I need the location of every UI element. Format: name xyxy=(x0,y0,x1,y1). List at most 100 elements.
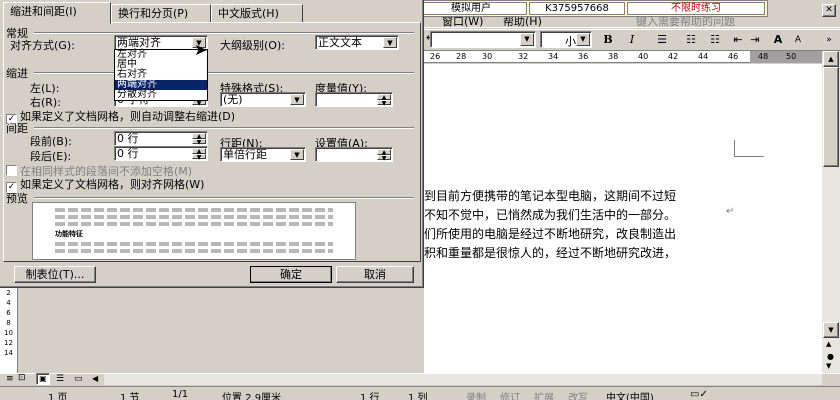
ruler-tick: 40 xyxy=(638,52,649,61)
ruler-tick: 32 xyxy=(518,52,529,61)
section-spacing-label: 间距 xyxy=(6,122,28,135)
alignment-option-distributed[interactable]: 分散对齐 xyxy=(115,90,207,100)
space-before-spinner[interactable]: 0 行 ▲ ▼ xyxy=(114,131,208,146)
cancel-button[interactable]: 取消 xyxy=(336,266,414,283)
ruler-tick: 34 xyxy=(548,52,559,61)
scroll-thumb[interactable] xyxy=(823,67,839,167)
close-doc-button[interactable]: ✕ xyxy=(822,4,836,17)
preview-next-paragraph xyxy=(55,242,333,246)
line-spacing-value: 单倍行距 xyxy=(223,148,267,161)
section-indent-label: 缩进 xyxy=(6,67,28,80)
spin-down-icon[interactable]: ▼ xyxy=(377,154,391,161)
ruler-tick: 30 xyxy=(482,52,493,61)
section-preview-label: 预览 xyxy=(6,192,28,205)
chevron-down-icon[interactable]: ▼ xyxy=(520,33,534,46)
space-after-label: 段后(E): xyxy=(30,150,72,163)
line-spacing-dropdown[interactable]: 单倍行距 ▼ xyxy=(220,147,306,162)
shrink-font-button[interactable]: A xyxy=(792,31,804,49)
ruler-tick: 48 xyxy=(758,52,769,61)
bold-button[interactable]: B xyxy=(600,31,616,49)
ok-button[interactable]: 确定 xyxy=(250,266,332,283)
spin-down-icon[interactable]: ▼ xyxy=(377,99,391,106)
line-spacing-at-spinner[interactable]: ▲ ▼ xyxy=(315,147,393,162)
increase-indent-icon[interactable]: ⇥ xyxy=(748,31,762,49)
banner-user: 模拟用户 xyxy=(415,2,527,15)
document-text-line[interactable]: 们所使用的电脑是经过不断地研究，改良制造出 xyxy=(424,225,676,242)
web-view-icon[interactable]: ⊡ xyxy=(18,373,26,383)
spin-down-icon[interactable]: ▼ xyxy=(192,138,206,145)
page-corner-mark xyxy=(734,140,764,157)
outline-level-label: 大纲级别(O): xyxy=(220,39,285,52)
snap-to-grid-checkbox[interactable]: ✓ 如果定义了文档网格，则对齐网格(W) xyxy=(6,176,204,193)
preview-divider xyxy=(34,197,414,199)
status-ext[interactable]: 扩展 xyxy=(534,389,554,400)
mouse-cursor-icon: ➤ xyxy=(194,40,208,59)
prev-page-icon[interactable]: ▲ xyxy=(826,340,831,348)
spacing-divider xyxy=(34,127,414,129)
scroll-left-icon[interactable]: ◀ xyxy=(92,374,98,383)
italic-button[interactable]: I xyxy=(624,31,640,49)
ruler-tick: 46 xyxy=(728,52,739,61)
spin-down-icon[interactable]: ▼ xyxy=(192,153,206,160)
status-trk[interactable]: 修订 xyxy=(500,389,520,400)
outline-level-dropdown[interactable]: 正文文本 ▼ xyxy=(315,35,399,50)
bullets-icon[interactable]: ☷ xyxy=(706,31,724,49)
scroll-down-button[interactable]: ▼ xyxy=(823,322,839,338)
ruler-tick: 44 xyxy=(698,52,709,61)
horizontal-scrollbar[interactable] xyxy=(104,374,822,385)
chevron-down-icon[interactable]: ▼ xyxy=(290,149,304,160)
space-after-spinner[interactable]: 0 行 ▲ ▼ xyxy=(114,146,208,161)
paragraph-mark-icon: ↵ xyxy=(726,206,735,217)
general-divider xyxy=(34,32,414,34)
status-position: 位置 2.9厘米 xyxy=(222,393,282,400)
space-after-value: 0 行 xyxy=(117,147,139,160)
reading-view-icon[interactable]: ▭ xyxy=(74,374,83,384)
tabs-button[interactable]: 制表位(T)... xyxy=(14,266,96,283)
decrease-indent-icon[interactable]: ⇤ xyxy=(730,31,746,49)
status-col: 1 列 xyxy=(408,393,428,400)
ruler-tick: 26 xyxy=(430,52,441,61)
checkbox-empty-icon[interactable] xyxy=(6,165,17,176)
ruler-tick: 28 xyxy=(456,52,467,61)
grow-font-button[interactable]: A xyxy=(770,31,786,49)
tab-line-page-breaks[interactable]: 换行和分页(P) xyxy=(111,4,211,23)
browse-object-icon[interactable]: ● xyxy=(827,352,834,361)
toolbar-options-icon[interactable]: » xyxy=(822,31,836,49)
outline-level-value: 正文文本 xyxy=(318,36,362,49)
font-name-dropdown-tail[interactable]: ▼ xyxy=(430,31,536,48)
auto-adjust-indent-checkbox[interactable]: ✓ 如果定义了文档网格，则自动调整右缩进(D) xyxy=(6,108,235,125)
chevron-down-icon[interactable]: ▼ xyxy=(290,94,304,105)
status-language: 中文(中国) xyxy=(606,393,654,400)
auto-adjust-indent-label: 如果定义了文档网格，则自动调整右缩进(D) xyxy=(20,110,236,123)
tab-indents-spacing[interactable]: 缩进和间距(I) xyxy=(3,2,111,24)
preview-pane: 功能特征 xyxy=(32,202,356,260)
justify-icon[interactable]: ☰ xyxy=(654,31,670,49)
chevron-down-icon[interactable]: ▼ xyxy=(576,33,590,46)
special-format-value: (无) xyxy=(223,93,243,106)
numbering-icon[interactable]: ☷ xyxy=(682,31,700,49)
indent-divider xyxy=(34,72,414,74)
exam-banner: 看题 模拟用户 K375957668 不限时练习 xyxy=(370,0,768,17)
document-text-line[interactable]: 到目前方便携带的笔记本型电脑，这期间不过短 xyxy=(424,187,676,204)
ruler-tick: 36 xyxy=(578,52,589,61)
outline-view-icon[interactable]: ☰ xyxy=(56,374,64,384)
special-format-dropdown[interactable]: (无) ▼ xyxy=(220,92,306,107)
normal-view-icon[interactable]: ≡ xyxy=(6,374,14,384)
tab-asian-typography[interactable]: 中文版式(H) xyxy=(211,4,303,23)
indent-by-spinner[interactable]: ▲ ▼ xyxy=(315,92,393,107)
status-ovr[interactable]: 改写 xyxy=(568,389,588,400)
status-page: 1 页 xyxy=(48,393,68,400)
next-page-icon[interactable]: ▼ xyxy=(826,362,831,370)
font-size-dropdown[interactable]: 小二 ▼ xyxy=(540,31,592,48)
spelling-status-icon[interactable]: ▭✓ xyxy=(690,389,708,400)
alignment-value: 两端对齐 xyxy=(117,36,161,49)
scroll-up-button[interactable]: ▲ xyxy=(823,51,839,67)
chevron-down-icon[interactable]: ▼ xyxy=(383,37,397,48)
document-text-line[interactable]: 积和重量都是很惊人的，经过不断地研究改进， xyxy=(424,244,676,261)
vertical-ruler: 2 4 6 8 10 12 14 xyxy=(0,288,18,373)
ruler-tick: 42 xyxy=(668,52,679,61)
document-text-line[interactable]: 不知不觉中，已悄然成为我们生活中的一部分。 xyxy=(424,206,676,223)
print-view-icon[interactable]: ▣ xyxy=(36,373,50,385)
status-rec[interactable]: 录制 xyxy=(466,389,486,400)
preview-prev-paragraph xyxy=(55,215,333,219)
